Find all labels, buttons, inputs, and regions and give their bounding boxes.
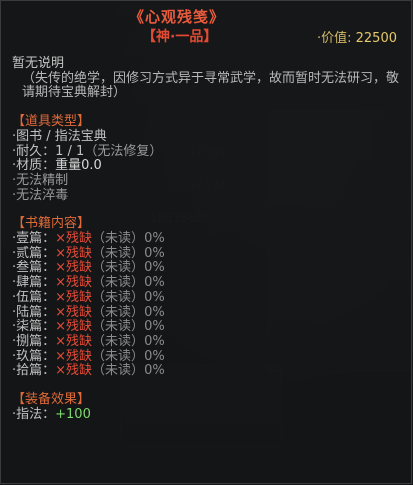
chapter-row: ·拾篇：×残缺（未读）0% [12,364,404,379]
item-description: （失传的绝学，因修习方式异于寻常武学，故而暂时无法研习，敬请期待宝典解封） [22,70,400,101]
chapter-row: ·玖篇：×残缺（未读）0% [12,348,404,365]
material-label: ·材质： [12,158,56,174]
durability-value: 1 / 1 [55,143,85,159]
chapter-read-state: （未读） [92,319,145,335]
chapter-name: ·拾篇： [12,363,56,379]
chapter-progress: 0% [144,231,165,247]
item-tooltip: 《心观残笺》 【神·一品】 ·价值: 22500 暂无说明 （失传的绝学，因修习… [0,0,412,484]
chapter-read-state: （未读） [92,363,145,379]
chapter-name: ·捌篇： [12,333,56,349]
price-value: 22500 [355,31,397,46]
item-price: ·价值: 22500 [317,27,397,46]
tooltip-body: 暂无说明 （失传的绝学，因修习方式异于寻常武学，故而暂时无法研习，敬请期待宝典解… [12,56,404,423]
chapter-row: ·壹篇：×残缺（未读）0% [12,231,404,247]
chapter-row: ·柒篇：×残缺（未读）0% [12,319,404,335]
equip-stat-value: +100 [55,406,91,422]
chapter-read-state: （未读） [92,231,145,247]
durability-label: ·耐久： [12,143,56,159]
chapter-status: ×残缺 [55,348,93,364]
chapter-progress: 0% [144,289,165,305]
chapter-row: ·陆篇：×残缺（未读）0% [12,304,404,321]
chapter-name: ·肆篇： [12,275,56,291]
item-category: ·图书 / 指法宝典 [12,128,107,144]
chapter-status: ×残缺 [55,289,93,305]
chapter-status: ×残缺 [55,275,93,291]
material-row: ·材质：重量0.0 [12,158,404,174]
chapter-read-state: （未读） [92,304,145,320]
chapter-row: ·肆篇：×残缺（未读）0% [12,275,404,291]
chapter-read-state: （未读） [92,245,145,261]
chapter-status: ×残缺 [55,363,93,379]
chapter-status: ×残缺 [55,231,93,247]
item-type-header: 【道具类型】 [12,114,91,130]
equip-stat-label: ·指法： [12,406,56,422]
chapter-name: ·贰篇： [12,245,56,261]
chapter-progress: 0% [144,275,165,291]
price-label: ·价值: [316,31,352,46]
durability-row: ·耐久：1 / 1（无法修复） [12,143,404,160]
chapter-list: ·壹篇：×残缺（未读）0% ·贰篇：×残缺（未读）0% ·叁篇：×残缺（未读）0… [12,231,404,379]
chapter-status: ×残缺 [55,260,93,276]
material-value: 重量0.0 [55,158,102,174]
tooltip-header: 《心观残笺》 【神·一品】 ·价值: 22500 [1,1,411,49]
chapter-progress: 0% [144,260,165,276]
chapter-progress: 0% [144,319,165,335]
chapter-name: ·柒篇： [12,319,56,335]
chapter-name: ·玖篇： [12,348,56,364]
chapter-progress: 0% [144,245,165,261]
description-title: 暂无说明 [12,56,65,71]
chapter-status: ×残缺 [55,319,93,335]
item-rank: 【神·一品】 [142,29,218,45]
item-title: 《心观残笺》 [129,8,226,26]
chapter-status: ×残缺 [55,333,93,349]
durability-note: （无法修复） [84,143,163,159]
chapter-row: ·伍篇：×残缺（未读）0% [12,289,404,306]
chapter-progress: 0% [144,304,165,320]
chapter-progress: 0% [144,363,165,379]
chapter-read-state: （未读） [92,275,145,291]
equip-effect-header: 【装备效果】 [12,392,91,408]
chapter-read-state: （未读） [92,333,145,349]
chapter-row: ·叁篇：×残缺（未读）0% [12,261,404,276]
chapter-name: ·伍篇： [12,289,56,305]
chapter-status: ×残缺 [55,245,93,261]
chapter-read-state: （未读） [92,260,145,276]
no-refine-label: ·无法精制 [12,172,69,188]
chapter-name: ·叁篇： [12,260,56,276]
chapter-status: ×残缺 [55,304,93,320]
book-content-header: 【书籍内容】 [12,216,91,232]
chapter-row: ·捌篇：×残缺（未读）0% [12,333,404,350]
chapter-progress: 0% [144,348,165,364]
chapter-name: ·陆篇： [12,304,56,320]
chapter-name: ·壹篇： [12,231,56,247]
chapter-read-state: （未读） [92,348,145,364]
chapter-read-state: （未读） [92,289,145,305]
no-quench-label: ·无法淬毒 [12,187,69,203]
chapter-progress: 0% [144,333,165,349]
equip-effect-row: ·指法：+100 [12,406,404,423]
